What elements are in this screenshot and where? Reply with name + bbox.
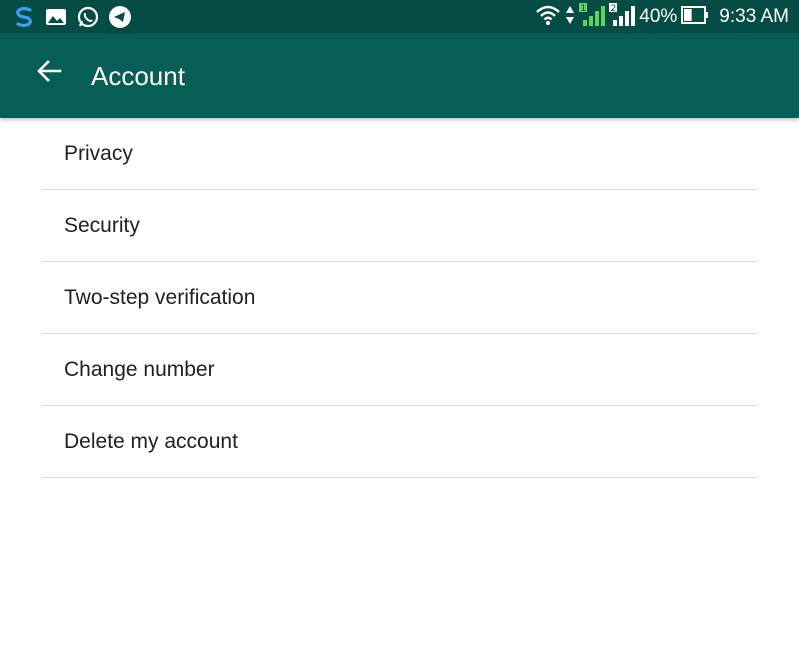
menu-item-security[interactable]: Security <box>42 190 757 262</box>
telegram-icon <box>108 5 132 29</box>
menu-item-label: Privacy <box>64 142 133 165</box>
svg-text:2: 2 <box>611 4 617 14</box>
app-bar: Account <box>0 33 799 118</box>
whatsapp-icon <box>76 5 100 29</box>
back-arrow-icon <box>37 60 62 82</box>
menu-item-change-number[interactable]: Change number <box>42 334 757 406</box>
wifi-icon <box>535 4 561 31</box>
menu-item-label: Two-step verification <box>64 286 256 309</box>
signal-sim1-icon: 1 <box>579 2 606 32</box>
menu-item-privacy[interactable]: Privacy <box>42 118 757 190</box>
menu-item-two-step-verification[interactable]: Two-step verification <box>42 262 757 334</box>
battery-icon <box>681 5 709 29</box>
battery-percent: 40% <box>639 6 678 27</box>
menu-item-label: Delete my account <box>64 430 238 453</box>
menu-item-delete-account[interactable]: Delete my account <box>42 406 757 478</box>
svg-text:1: 1 <box>581 4 587 14</box>
signal-sim2-icon: 2 <box>609 2 636 32</box>
clock: 9:33 AM <box>719 6 789 27</box>
page-title: Account <box>91 61 185 91</box>
s-app-icon <box>12 5 36 29</box>
status-bar: 1 2 40% 9:33 AM <box>0 0 799 33</box>
menu-item-label: Change number <box>64 358 215 381</box>
data-arrows-icon <box>565 4 575 31</box>
notification-icons <box>12 5 140 29</box>
menu-item-label: Security <box>64 214 140 237</box>
account-settings-list: Privacy Security Two-step verification C… <box>0 118 799 478</box>
back-button[interactable] <box>34 55 66 87</box>
gallery-icon <box>44 5 68 29</box>
system-indicators: 1 2 40% 9:33 AM <box>531 2 789 32</box>
